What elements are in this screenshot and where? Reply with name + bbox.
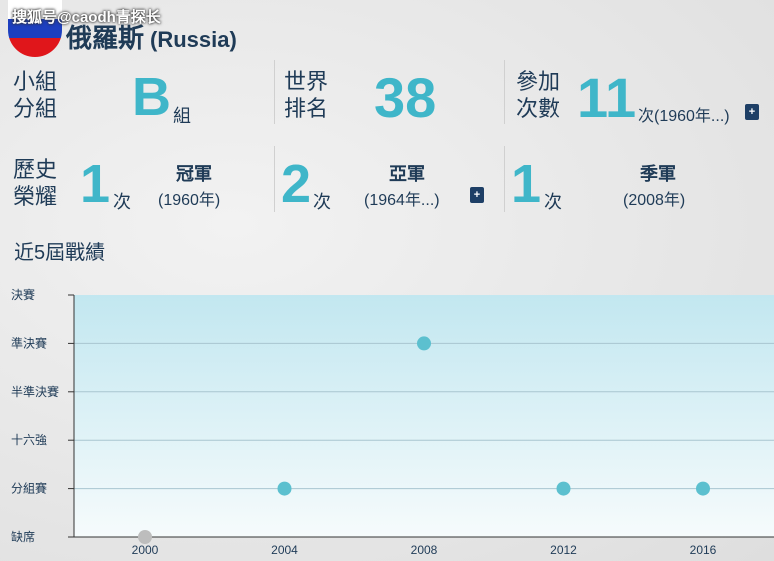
x-tick-label: 2000 <box>132 543 159 557</box>
appearances-more-button[interactable]: + <box>745 104 759 120</box>
appearances-label: 參加 次數 <box>516 68 560 122</box>
y-tick-label: 缺席 <box>11 529 35 544</box>
champion-count: 1 <box>80 154 111 214</box>
appearances-unit: 次(1960年...) <box>638 108 730 125</box>
group-unit: 組 <box>173 106 191 126</box>
appearances-label-line2: 次數 <box>516 96 561 121</box>
divider <box>504 146 505 212</box>
divider <box>504 60 505 124</box>
champion-title: 冠軍 <box>176 164 212 184</box>
y-tick-label: 半準決賽 <box>11 384 59 399</box>
x-tick-label: 2004 <box>271 543 298 557</box>
group-label-line1: 小組 <box>13 69 58 94</box>
runner-up-more-button[interactable]: + <box>470 187 484 203</box>
divider <box>274 60 275 124</box>
runner-up-title: 亞軍 <box>389 164 425 184</box>
x-tick-label: 2012 <box>550 543 577 557</box>
data-point <box>556 481 571 496</box>
country-name-en: (Russia) <box>150 27 237 52</box>
data-point <box>696 481 710 496</box>
third-count: 1 <box>511 154 542 214</box>
data-point <box>417 336 431 351</box>
ranking-value: 38 <box>374 66 437 129</box>
champion-unit: 次 <box>113 192 131 212</box>
honors-label: 歷史 榮耀 <box>13 156 57 210</box>
ranking-label-line1: 世界 <box>284 69 329 94</box>
group-label-line2: 分組 <box>13 96 58 121</box>
data-point <box>277 481 292 496</box>
group-label: 小組 分組 <box>13 68 57 122</box>
third-title: 季軍 <box>640 164 676 184</box>
third-unit: 次 <box>544 192 562 212</box>
appearances-label-line1: 參加 <box>516 69 561 94</box>
data-point <box>138 530 152 544</box>
recent-results-title: 近5屆戰績 <box>14 242 106 264</box>
runner-up-unit: 次 <box>313 192 331 212</box>
champion-years: (1960年) <box>158 192 221 209</box>
appearances-value: 11 <box>577 66 637 129</box>
third-years: (2008年) <box>623 192 686 209</box>
recent-results-chart: 缺席 分組賽 十六強 半準決賽 準決賽 決賽 2000 2004 2008 2012 2016 <box>11 287 774 557</box>
ranking-label-line2: 排名 <box>284 96 329 121</box>
plot-area <box>74 295 774 537</box>
country-name-zh: 俄羅斯 <box>66 23 145 53</box>
y-tick-label: 準決賽 <box>11 335 47 350</box>
honors-label-line1: 歷史 <box>13 157 58 182</box>
ranking-label: 世界 排名 <box>284 68 328 122</box>
y-tick-label: 分組賽 <box>11 481 47 496</box>
group-value: B <box>132 67 171 127</box>
y-tick-label: 決賽 <box>11 287 35 302</box>
watermark: 搜狐号@caodh青探长 <box>12 9 161 26</box>
runner-up-count: 2 <box>281 154 312 214</box>
honors-label-line2: 榮耀 <box>13 184 58 209</box>
runner-up-years: (1964年...) <box>364 192 440 209</box>
x-tick-label: 2008 <box>411 543 438 557</box>
divider <box>274 146 275 212</box>
y-tick-label: 十六強 <box>11 433 47 447</box>
x-tick-label: 2016 <box>690 543 717 557</box>
